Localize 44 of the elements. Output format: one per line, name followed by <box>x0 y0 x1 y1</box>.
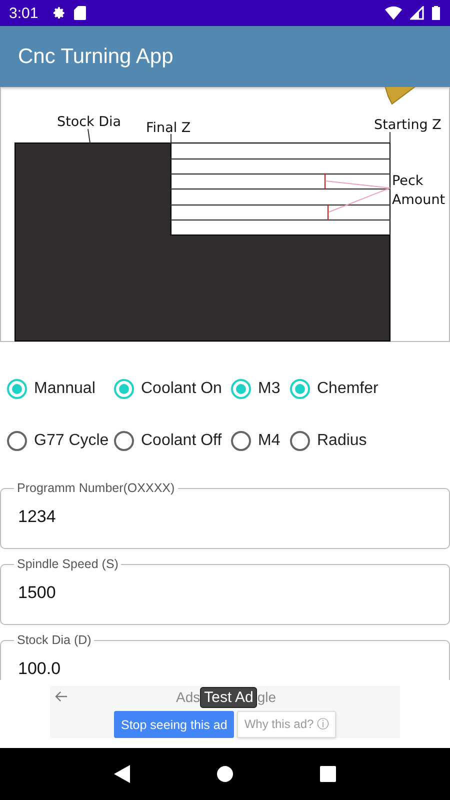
radio-button[interactable] <box>114 431 134 451</box>
option-label[interactable]: M4 <box>258 432 280 450</box>
ad-header-text: gle <box>257 689 276 705</box>
option-label[interactable]: G77 Cycle <box>34 432 109 450</box>
field-label: Stock Dia (D) <box>16 633 92 647</box>
sd-card-icon <box>74 6 86 20</box>
diagram-label: Amount <box>392 192 446 208</box>
radio-button[interactable] <box>231 431 251 451</box>
gear-icon <box>52 6 66 20</box>
field-label: Spindle Speed (S) <box>16 557 120 571</box>
clock: 3:01 <box>9 4 38 22</box>
radio-button[interactable] <box>231 379 251 399</box>
leader-line <box>88 128 90 144</box>
leader-line <box>170 134 172 144</box>
ad-header-text: Ads <box>176 689 200 705</box>
diagram-label: Starting Z <box>374 117 442 133</box>
radio-button[interactable] <box>7 431 27 451</box>
stop-seeing-ad-button[interactable]: Stop seeing this ad <box>114 711 234 738</box>
option-label[interactable]: M3 <box>258 380 280 398</box>
test-ad-badge: Test Ad <box>200 686 258 708</box>
recents-icon[interactable] <box>320 766 336 782</box>
battery-icon <box>432 6 440 20</box>
signal-icon <box>410 6 424 20</box>
leader-line <box>326 180 390 212</box>
diagram-label: Peck <box>392 173 424 189</box>
app-title: Cnc Turning App <box>18 44 174 68</box>
diagram-label: Stock Dia <box>57 114 122 130</box>
option-label[interactable]: Coolant On <box>141 380 222 398</box>
option-label[interactable]: Mannual <box>34 380 96 398</box>
radio-button[interactable] <box>7 379 27 399</box>
home-icon[interactable] <box>216 766 233 782</box>
radio-button[interactable] <box>290 431 310 451</box>
field-label: Programm Number(OXXXX) <box>16 481 176 495</box>
radio-button[interactable] <box>290 379 310 399</box>
back-icon[interactable] <box>114 765 130 783</box>
diagram-label: Final Z <box>146 120 191 136</box>
input-field[interactable]: Programm Number(OXXXX) 1234 <box>0 481 450 549</box>
wifi-icon <box>385 6 402 20</box>
back-arrow-icon[interactable] <box>55 691 68 702</box>
option-label[interactable]: Chemfer <box>317 380 378 398</box>
option-label[interactable]: Coolant Off <box>141 432 222 450</box>
radio-button[interactable] <box>114 379 134 399</box>
option-label[interactable]: Radius <box>317 432 367 450</box>
input-field[interactable]: Spindle Speed (S) 1500 <box>0 557 450 625</box>
